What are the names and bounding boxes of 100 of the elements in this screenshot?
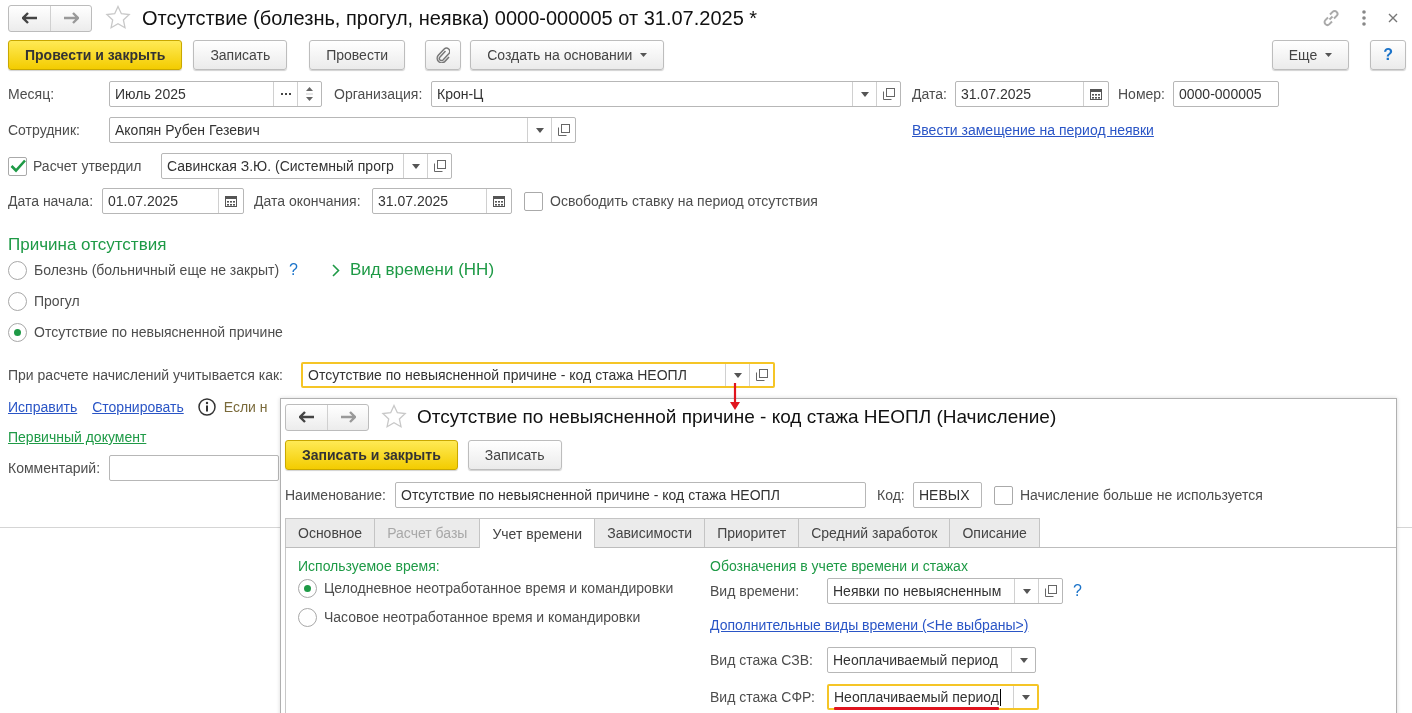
chevron-icon [332,263,340,277]
field-label: Вид времени: [710,583,801,599]
field-label: Дата начала: [8,193,95,209]
field-label: Комментарий: [8,460,102,476]
document-link[interactable]: Первичный документ [8,429,147,445]
radio-button[interactable] [8,260,27,280]
window-icon [1044,585,1057,597]
time-kinds-link[interactable]: Дополнительные виды времени (<Не выбраны>) [710,617,1029,633]
option-label[interactable]: Болезнь (больничный еще не закрыт) [34,262,280,278]
close-icon [1388,13,1398,23]
tab[interactable]: Описание [949,518,1040,547]
radio-button[interactable] [8,322,27,342]
spin-icon [306,86,313,102]
attach-button[interactable] [425,40,462,70]
accrual-field[interactable]: Отсутствие по невыясненной причине - код стажа НЕОПЛ [301,362,775,388]
number-field[interactable]: 0000-000005 [1173,81,1279,107]
tab[interactable]: Приоритет [704,518,800,547]
more-icon [1362,10,1366,26]
menu-button[interactable]: Создать на основании [470,40,665,70]
field-label: Номер: [1118,86,1166,102]
window-icon [755,369,768,381]
caret-icon [1021,694,1030,700]
section-heading: Используемое время: [298,557,440,575]
caret-icon [1019,657,1028,663]
calendar-icon [1090,88,1102,100]
option-label[interactable]: Прогул [34,293,80,309]
window-icon [882,88,895,100]
arrow-right-icon [63,12,79,24]
checkbox[interactable] [524,191,543,211]
time-kind-link[interactable]: Вид времени (НН) [332,260,495,280]
note-text: Если н [223,399,268,415]
caret-icon [1022,588,1031,594]
field-label: Дата: [912,86,948,102]
field-label: Организация: [334,86,424,102]
tab[interactable]: Средний заработок [798,518,951,547]
option-label[interactable]: Целодневное неотработанное время и командировки [324,580,674,596]
end-date-field[interactable]: 31.07.2025 [372,188,512,214]
month-field[interactable]: Июль 2025 [109,81,322,107]
action-link[interactable]: Сторнировать [92,399,184,415]
calendar-icon [493,195,505,207]
organization-field[interactable]: Крон-Ц [431,81,901,107]
field-label: Расчет утвердил [33,158,143,174]
field-label: Дата окончания: [254,193,362,209]
help-link[interactable]: ? [289,261,298,279]
field-label: Сотрудник: [8,122,81,138]
menu-button[interactable]: Еще [1271,40,1350,70]
checkmark-icon [9,159,26,173]
caret-icon [640,53,648,57]
field-label: Вид стажа СФР: [710,689,816,705]
section-heading: Причина отсутствия [8,235,167,255]
link-icon [1322,9,1340,27]
tab[interactable]: Зависимости [594,518,706,547]
option-label[interactable]: Часовое неотработанное время и командировки [324,609,641,625]
field-label: Месяц: [8,86,56,102]
comment-field[interactable] [109,455,279,481]
caret-icon [411,163,420,169]
tab[interactable]: Основное [285,518,376,547]
radio-button[interactable] [298,607,317,627]
tab[interactable]: Учет времени [479,518,596,548]
field-label: Освободить ставку на период отсутствия [550,193,818,209]
window-icon [557,124,570,136]
window-icon [433,160,446,172]
date-field[interactable]: 31.07.2025 [955,81,1109,107]
action-link[interactable]: Исправить [8,399,78,415]
szv-field[interactable]: Неоплачиваемый период [827,647,1036,673]
toolbar-button[interactable]: Записать [193,40,288,70]
code-field[interactable]: НЕВЫХ [913,482,982,508]
window-title: Отсутствие по невыясненной причине - код стажа НЕОПЛ (Начисление) [417,406,1057,428]
toolbar-button[interactable]: Провести [309,40,406,70]
checkbox[interactable] [8,156,27,176]
field-label: Наименование: [285,487,387,503]
caret-icon [1325,53,1333,57]
checkbox[interactable] [994,485,1013,505]
primary-button[interactable]: Записать и закрыть [285,440,458,470]
caret-icon [733,372,742,378]
field-label: Начисление больше не используется [1020,487,1263,503]
caret-icon [535,127,544,133]
start-date-field[interactable]: 01.07.2025 [102,188,244,214]
calendar-icon [225,195,237,207]
help-button[interactable]: ? [1370,40,1406,70]
name-field[interactable]: Отсутствие по невыясненной причине - код стажа НЕОПЛ [395,482,866,508]
field-label: Код: [877,487,906,503]
employee-field[interactable]: Акопян Рубен Гезевич [109,117,576,143]
info-icon [197,398,216,416]
arrow-right-icon [340,411,356,423]
approver-field[interactable]: Савинская З.Ю. (Системный прогр [161,153,452,179]
radio-button[interactable] [298,578,317,598]
field-label: Вид стажа СЗВ: [710,652,814,668]
field-label: При расчете начислений учитывается как: [8,367,284,383]
sfr-field[interactable]: Неоплачиваемый период [827,684,1039,710]
window-title: Отсутствие (болезнь, прогул, неявка) 0000-000005 от 31.07.2025 * [142,6,758,30]
caret-icon [860,91,869,97]
link[interactable]: Ввести замещение на период неявки [912,122,1154,138]
option-label[interactable]: Отсутствие по невыясненной причине [34,324,283,340]
radio-button[interactable] [8,291,27,311]
help-link[interactable]: ? [1073,582,1082,600]
primary-button[interactable]: Провести и закрыть [8,40,183,70]
time-kind-field[interactable]: Неявки по невыясненным [827,578,1063,604]
arrow-left-icon [298,411,315,423]
toolbar-button[interactable]: Записать [467,440,562,470]
